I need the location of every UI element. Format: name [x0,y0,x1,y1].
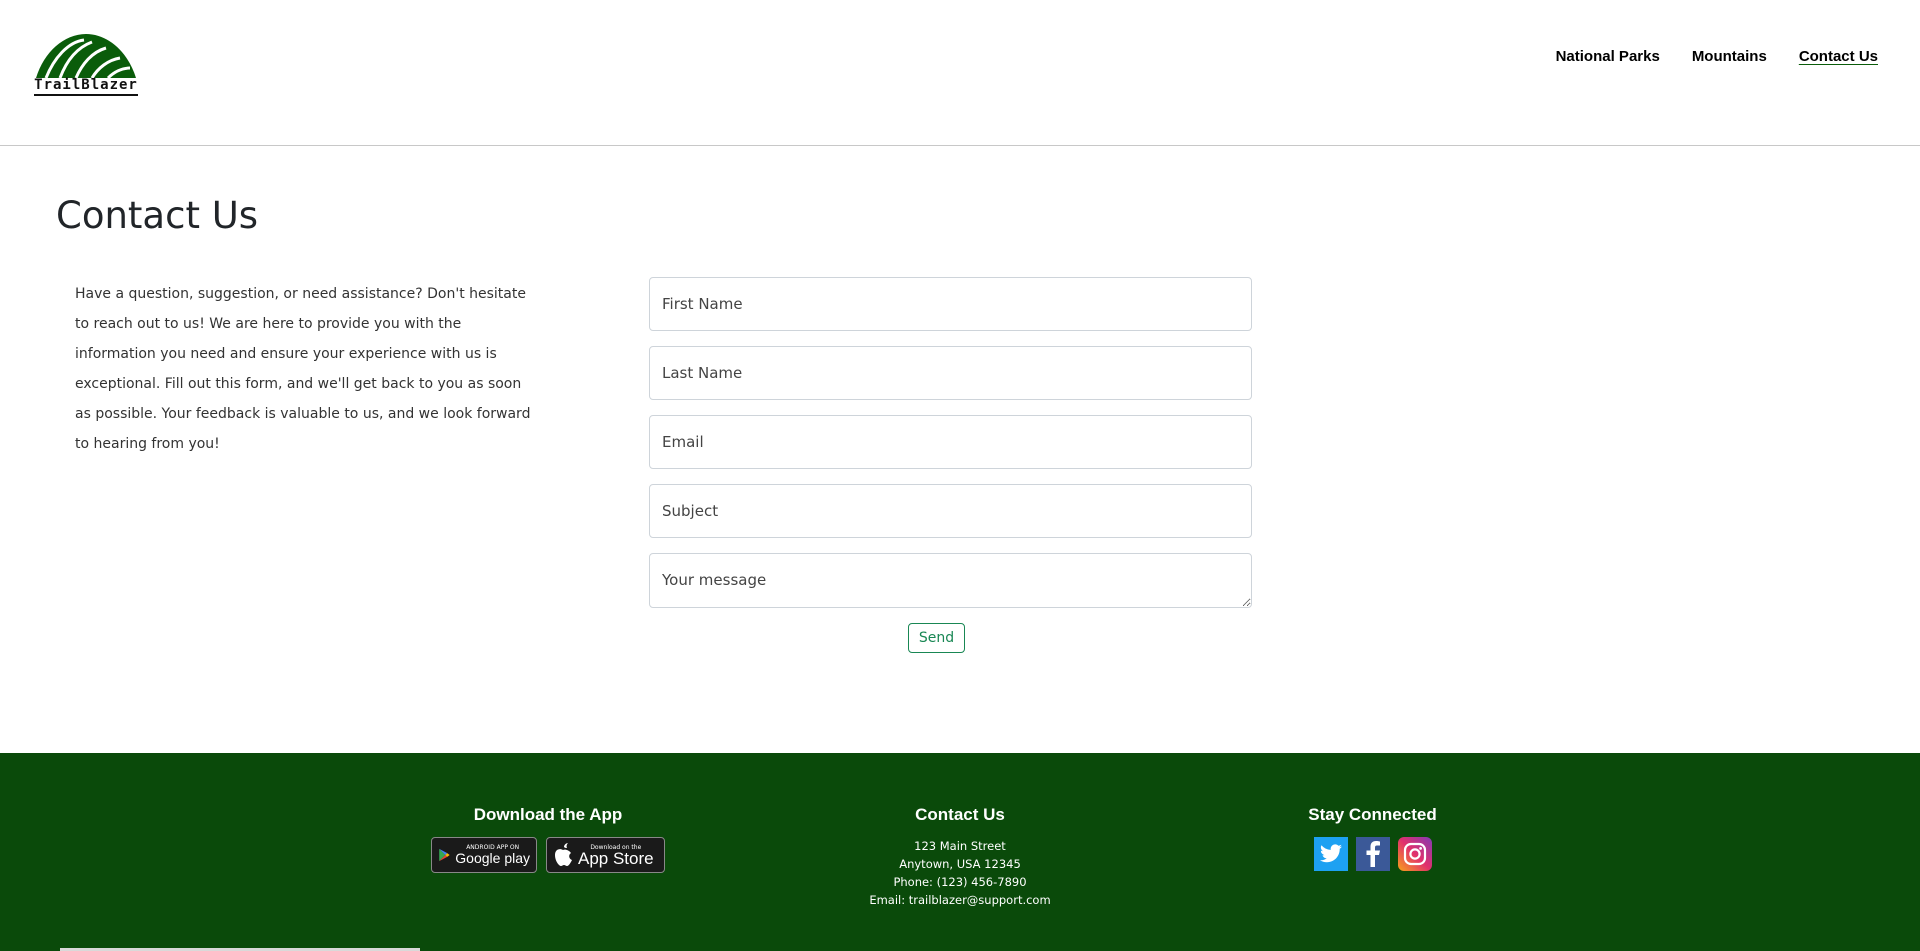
logo-wordmark: TrailBlazer [34,77,138,96]
email-input[interactable] [649,415,1252,469]
main-nav: National Parks Mountains Contact Us [1556,48,1878,65]
footer-address-line-2: Anytown, USA 12345 [899,857,1021,871]
download-app-heading: Download the App [473,805,623,824]
twitter-icon[interactable] [1313,837,1348,871]
first-name-input[interactable] [649,277,1252,331]
app-store-label: App Store [578,849,654,868]
message-textarea[interactable] [649,553,1252,608]
google-play-icon [439,848,450,862]
last-name-input[interactable] [649,346,1252,400]
intro-text: Have a question, suggestion, or need ass… [75,286,531,452]
contact-form: Send [649,277,1252,653]
social-links [1305,837,1440,871]
site-footer: Download the App ANDROID APP ON Google p… [0,753,1920,951]
footer-contact-heading: Contact Us [915,805,1005,824]
site-header: TrailBlazer National Parks Mountains Con… [0,0,1920,146]
subject-input[interactable] [649,484,1252,538]
download-app-section: Download the App ANDROID APP ON Google p… [430,805,666,873]
nav-item-contact-us[interactable]: Contact Us [1799,48,1878,65]
app-store-badge[interactable]: Download on the App Store [546,837,665,873]
google-play-label: Google play [455,850,530,866]
nav-item-mountains[interactable]: Mountains [1692,48,1767,65]
google-play-badge[interactable]: ANDROID APP ON Google play [431,837,537,873]
footer-phone: Phone: (123) 456-7890 [893,875,1027,889]
page-title: Contact Us [56,194,259,237]
nav-item-national-parks[interactable]: National Parks [1556,48,1660,65]
footer-address-line-1: 123 Main Street [914,839,1006,853]
striped-hill-logo-icon [36,34,136,80]
apple-icon [555,843,572,866]
send-row: Send [649,623,1252,653]
stay-connected-heading: Stay Connected [1308,805,1437,824]
footer-contact-section: Contact Us 123 Main Street Anytown, USA … [860,805,1060,909]
facebook-icon[interactable] [1355,837,1390,871]
send-button[interactable]: Send [907,623,966,653]
instagram-icon[interactable] [1397,837,1432,871]
app-badges: ANDROID APP ON Google play Download on t… [430,837,666,873]
site-logo[interactable]: TrailBlazer [34,32,138,98]
stay-connected-section: Stay Connected [1305,805,1440,871]
footer-email: Email: trailblazer@support.com [869,893,1051,907]
